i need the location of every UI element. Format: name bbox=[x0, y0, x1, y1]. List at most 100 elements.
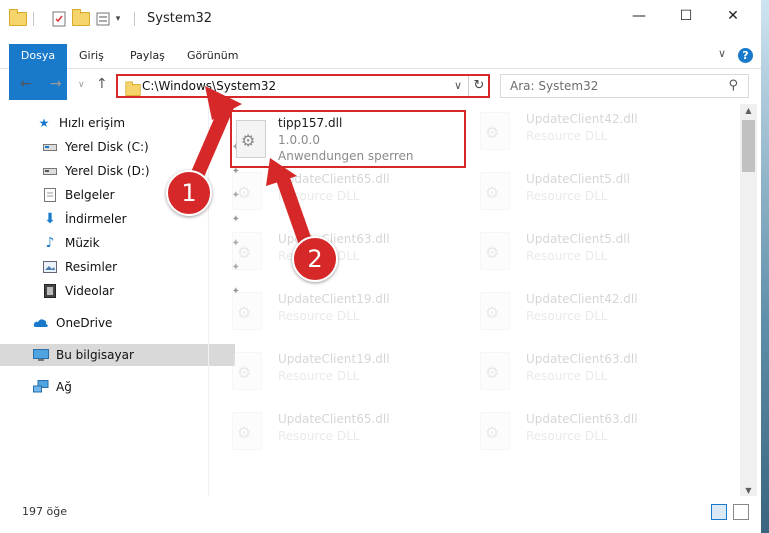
file-name: UpdateClient42.dll bbox=[526, 112, 638, 126]
file-item[interactable]: ⚙ UpdateClient19.dll Resource DLL bbox=[210, 284, 440, 340]
dll-file-icon: ⚙ bbox=[236, 120, 266, 158]
tab-view[interactable]: Görünüm bbox=[177, 44, 248, 68]
scroll-down-icon[interactable]: ▼ bbox=[740, 484, 757, 498]
sidebar-item-label: Videolar bbox=[65, 284, 115, 298]
sidebar-item-label: Hızlı erişim bbox=[59, 116, 126, 130]
file-item[interactable]: ⚙ UpdateClient63.dll Resource DLL bbox=[458, 344, 688, 400]
sidebar-item-network[interactable]: Ağ bbox=[0, 376, 235, 398]
help-icon[interactable]: ? bbox=[738, 48, 753, 63]
up-icon[interactable]: ↑ bbox=[96, 76, 108, 92]
dll-file-icon: ⚙ bbox=[480, 292, 510, 330]
forward-icon[interactable]: → bbox=[50, 76, 62, 92]
folder-icon[interactable] bbox=[9, 9, 27, 28]
navigation-bar: ← → ∨ ↑ C:\Windows\System32 ∨ ↻ Ara: Sys… bbox=[0, 68, 761, 104]
sidebar-item-label: Müzik bbox=[65, 236, 100, 250]
sidebar-item-label: Ağ bbox=[56, 380, 72, 394]
view-icon[interactable] bbox=[94, 10, 112, 28]
dll-file-icon: ⚙ bbox=[232, 292, 262, 330]
file-item[interactable]: ⚙ UpdateClient5.dll Resource DLL bbox=[458, 164, 688, 220]
file-type: Resource DLL bbox=[278, 429, 360, 443]
file-type: Resource DLL bbox=[526, 249, 608, 263]
file-type: Resource DLL bbox=[278, 369, 360, 383]
file-type: Resource DLL bbox=[526, 309, 608, 323]
status-bar: 197 öğe bbox=[0, 498, 761, 525]
file-type: Resource DLL bbox=[278, 189, 360, 203]
minimize-button[interactable]: — bbox=[616, 0, 662, 32]
dll-file-icon: ⚙ bbox=[232, 232, 262, 270]
sidebar-item-onedrive[interactable]: OneDrive bbox=[0, 312, 235, 334]
file-name: UpdateClient42.dll bbox=[526, 292, 638, 306]
title-bar: ▾ System32 — ☐ ✕ bbox=[0, 0, 761, 38]
explorer-window: ▾ System32 — ☐ ✕ Dosya Giriş Paylaş Görü… bbox=[0, 0, 762, 533]
close-button[interactable]: ✕ bbox=[710, 0, 756, 32]
file-item[interactable]: ⚙ UpdateClient42.dll Resource DLL bbox=[458, 104, 688, 160]
cloud-icon bbox=[33, 315, 49, 331]
sidebar-item-label: OneDrive bbox=[56, 316, 113, 330]
search-icon[interactable]: ⚲ bbox=[728, 78, 738, 93]
file-item[interactable]: ⚙ UpdateClient42.dll Resource DLL bbox=[458, 284, 688, 340]
star-icon: ★ bbox=[38, 116, 50, 130]
scroll-up-icon[interactable]: ▲ bbox=[740, 104, 757, 118]
drive-icon bbox=[42, 163, 58, 179]
dll-file-icon: ⚙ bbox=[480, 232, 510, 270]
file-name: UpdateClient5.dll bbox=[526, 232, 630, 246]
file-name: UpdateClient63.dll bbox=[278, 232, 390, 246]
file-description: Anwendungen sperren bbox=[278, 149, 414, 163]
search-input[interactable]: Ara: System32 ⚲ bbox=[500, 74, 749, 98]
sidebar-item-this-pc[interactable]: Bu bilgisayar bbox=[0, 344, 235, 366]
back-icon[interactable]: ← bbox=[20, 76, 32, 92]
network-icon bbox=[33, 379, 49, 395]
scrollbar-thumb[interactable] bbox=[742, 120, 755, 172]
divider bbox=[33, 12, 34, 26]
customize-quick-access-icon[interactable]: ▾ bbox=[112, 10, 124, 28]
properties-icon[interactable] bbox=[50, 10, 68, 28]
dll-file-icon: ⚙ bbox=[480, 172, 510, 210]
item-count: 197 öğe bbox=[22, 505, 67, 518]
file-item[interactable]: ⚙ UpdateClient65.dll Resource DLL bbox=[210, 164, 440, 220]
expand-ribbon-icon[interactable]: ∨ bbox=[718, 47, 726, 60]
sidebar-item-label: Resimler bbox=[65, 260, 118, 274]
music-icon: ♪ bbox=[45, 235, 55, 251]
tab-home[interactable]: Giriş bbox=[69, 44, 114, 68]
dll-file-icon: ⚙ bbox=[232, 352, 262, 390]
drive-icon bbox=[42, 139, 58, 155]
step-badge-1: 1 bbox=[166, 170, 212, 216]
computer-icon bbox=[33, 347, 49, 363]
maximize-button[interactable]: ☐ bbox=[663, 0, 709, 32]
dll-file-icon: ⚙ bbox=[480, 352, 510, 390]
address-bar[interactable]: C:\Windows\System32 ∨ ↻ bbox=[116, 74, 490, 98]
file-item[interactable]: ⚙ UpdateClient19.dll Resource DLL bbox=[210, 344, 440, 400]
sidebar-item-label: İndirmeler bbox=[65, 212, 127, 226]
vertical-scrollbar[interactable]: ▲ ▼ bbox=[740, 104, 757, 496]
tab-share[interactable]: Paylaş bbox=[120, 44, 175, 68]
refresh-icon[interactable]: ↻ bbox=[468, 76, 489, 96]
navigation-pane: ★ Hızlı erişim Yerel Disk (C:) ✦ Yerel D… bbox=[0, 104, 240, 494]
file-version: 1.0.0.0 bbox=[278, 133, 320, 147]
dll-file-icon: ⚙ bbox=[480, 412, 510, 450]
new-folder-icon[interactable] bbox=[72, 9, 90, 28]
file-type: Resource DLL bbox=[526, 189, 608, 203]
sidebar-item-label: Yerel Disk (D:) bbox=[65, 164, 150, 178]
file-item-highlighted[interactable]: ⚙ tipp157.dll 1.0.0.0 Anwendungen sperre… bbox=[230, 110, 466, 168]
details-view-icon[interactable] bbox=[711, 504, 727, 520]
file-item[interactable]: ⚙ UpdateClient65.dll Resource DLL bbox=[210, 404, 440, 460]
file-item[interactable]: ⚙ UpdateClient63.dll Resource DLL bbox=[458, 404, 688, 460]
large-icons-view-icon[interactable] bbox=[733, 504, 749, 520]
divider bbox=[134, 12, 135, 26]
sidebar-item-quick-access[interactable]: ★ Hızlı erişim bbox=[0, 112, 238, 134]
videos-icon bbox=[42, 283, 58, 299]
file-item[interactable]: ⚙ UpdateClient5.dll Resource DLL bbox=[458, 224, 688, 280]
dll-file-icon: ⚙ bbox=[480, 112, 510, 150]
folder-icon bbox=[125, 81, 141, 96]
pictures-icon bbox=[42, 259, 58, 275]
recent-locations-icon[interactable]: ∨ bbox=[78, 80, 85, 90]
address-path[interactable]: C:\Windows\System32 bbox=[142, 79, 276, 93]
file-name: tipp157.dll bbox=[278, 116, 343, 130]
address-dropdown-icon[interactable]: ∨ bbox=[454, 79, 462, 92]
search-placeholder: Ara: System32 bbox=[510, 79, 599, 93]
dll-file-icon: ⚙ bbox=[232, 412, 262, 450]
window-title: System32 bbox=[147, 11, 213, 26]
file-list: ⚙ tipp157.dll 1.0.0.0 Anwendungen sperre… bbox=[210, 104, 740, 496]
downloads-icon: ⬇ bbox=[44, 211, 56, 227]
file-type: Resource DLL bbox=[526, 129, 608, 143]
